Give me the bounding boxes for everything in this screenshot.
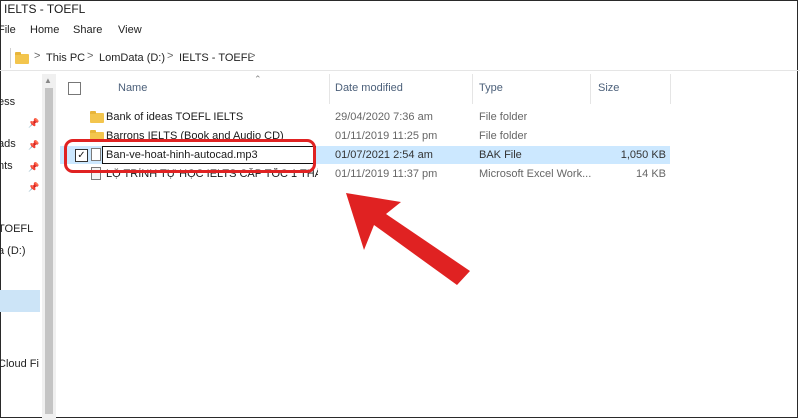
annotation-arrow-icon [346,193,470,285]
annotation-arrow-shape [346,193,470,285]
